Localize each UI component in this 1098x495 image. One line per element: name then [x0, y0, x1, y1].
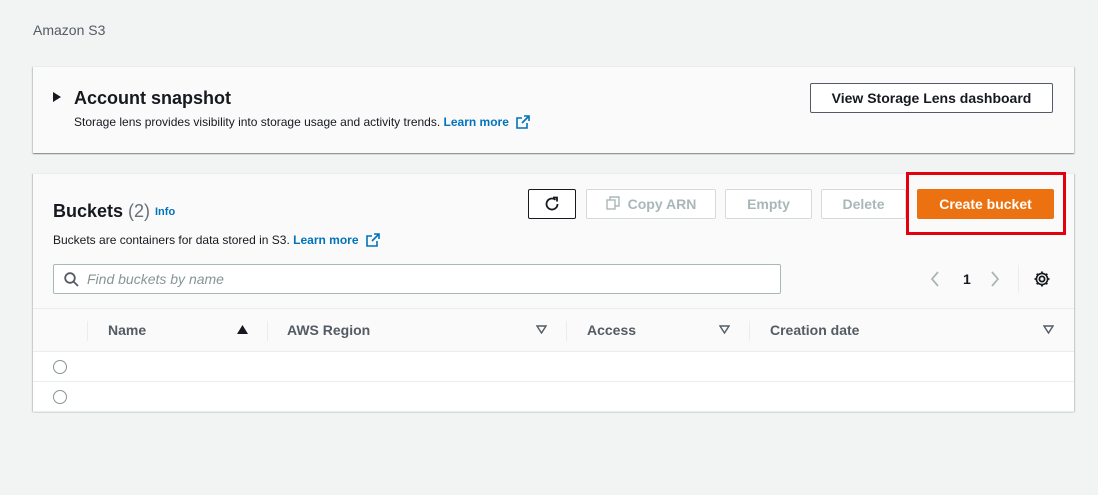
sort-caret-down-icon[interactable]: [536, 325, 547, 334]
column-divider: [87, 321, 88, 341]
gear-icon[interactable]: [1033, 270, 1051, 288]
refresh-icon: [544, 196, 560, 212]
snapshot-learn-more-link[interactable]: Learn more: [444, 115, 509, 129]
search-bar[interactable]: [53, 264, 781, 294]
column-header-region[interactable]: AWS Region: [287, 309, 370, 351]
sort-caret-down-icon[interactable]: [719, 325, 730, 334]
table-header: Name AWS Region Access Creation date: [33, 308, 1074, 352]
search-input[interactable]: [87, 271, 767, 287]
buckets-learn-more-link[interactable]: Learn more: [293, 233, 358, 247]
delete-button[interactable]: Delete: [821, 189, 906, 219]
copy-icon: [605, 195, 620, 213]
account-snapshot-title[interactable]: Account snapshot: [74, 88, 231, 109]
buckets-title: Buckets (2): [53, 201, 150, 222]
sort-ascending-icon[interactable]: [237, 325, 248, 334]
create-bucket-button[interactable]: Create bucket: [917, 189, 1054, 219]
column-divider: [267, 321, 268, 341]
buckets-description-text: Buckets are containers for data stored i…: [53, 233, 290, 247]
column-header-creation-date[interactable]: Creation date: [770, 309, 859, 351]
pager-divider: [1018, 265, 1019, 293]
search-icon: [64, 271, 79, 287]
copy-arn-button[interactable]: Copy ARN: [586, 189, 716, 219]
column-header-name[interactable]: Name: [108, 309, 146, 351]
account-snapshot-description: Storage lens provides visibility into st…: [74, 115, 531, 132]
next-page-icon[interactable]: [990, 271, 1000, 287]
buckets-info-link[interactable]: Info: [155, 206, 175, 218]
row-select-radio[interactable]: [53, 390, 67, 404]
table-row[interactable]: [33, 352, 1074, 382]
buckets-panel: Buckets (2) Info Buckets are containers …: [33, 172, 1074, 412]
buckets-title-text: Buckets: [53, 201, 124, 221]
buckets-header: Buckets (2) Info Buckets are containers …: [33, 172, 1074, 308]
expand-caret-icon[interactable]: [53, 92, 61, 102]
column-divider: [749, 321, 750, 341]
snapshot-description-text: Storage lens provides visibility into st…: [74, 115, 441, 129]
column-divider: [566, 321, 567, 341]
account-snapshot-panel: Account snapshot Storage lens provides v…: [33, 66, 1074, 153]
copy-arn-label: Copy ARN: [627, 196, 697, 212]
external-link-icon[interactable]: [516, 115, 531, 132]
current-page-number[interactable]: 1: [963, 271, 971, 287]
empty-button[interactable]: Empty: [725, 189, 812, 219]
external-link-icon[interactable]: [366, 233, 380, 250]
column-header-access[interactable]: Access: [587, 309, 636, 351]
sort-caret-down-icon[interactable]: [1043, 325, 1054, 334]
table-row[interactable]: [33, 382, 1074, 412]
buckets-description: Buckets are containers for data stored i…: [53, 233, 380, 250]
previous-page-icon[interactable]: [930, 271, 940, 287]
row-select-radio[interactable]: [53, 360, 67, 374]
buckets-count: (2): [128, 201, 151, 221]
breadcrumb[interactable]: Amazon S3: [33, 22, 105, 38]
view-storage-lens-button[interactable]: View Storage Lens dashboard: [810, 83, 1053, 113]
refresh-button[interactable]: [528, 189, 576, 219]
